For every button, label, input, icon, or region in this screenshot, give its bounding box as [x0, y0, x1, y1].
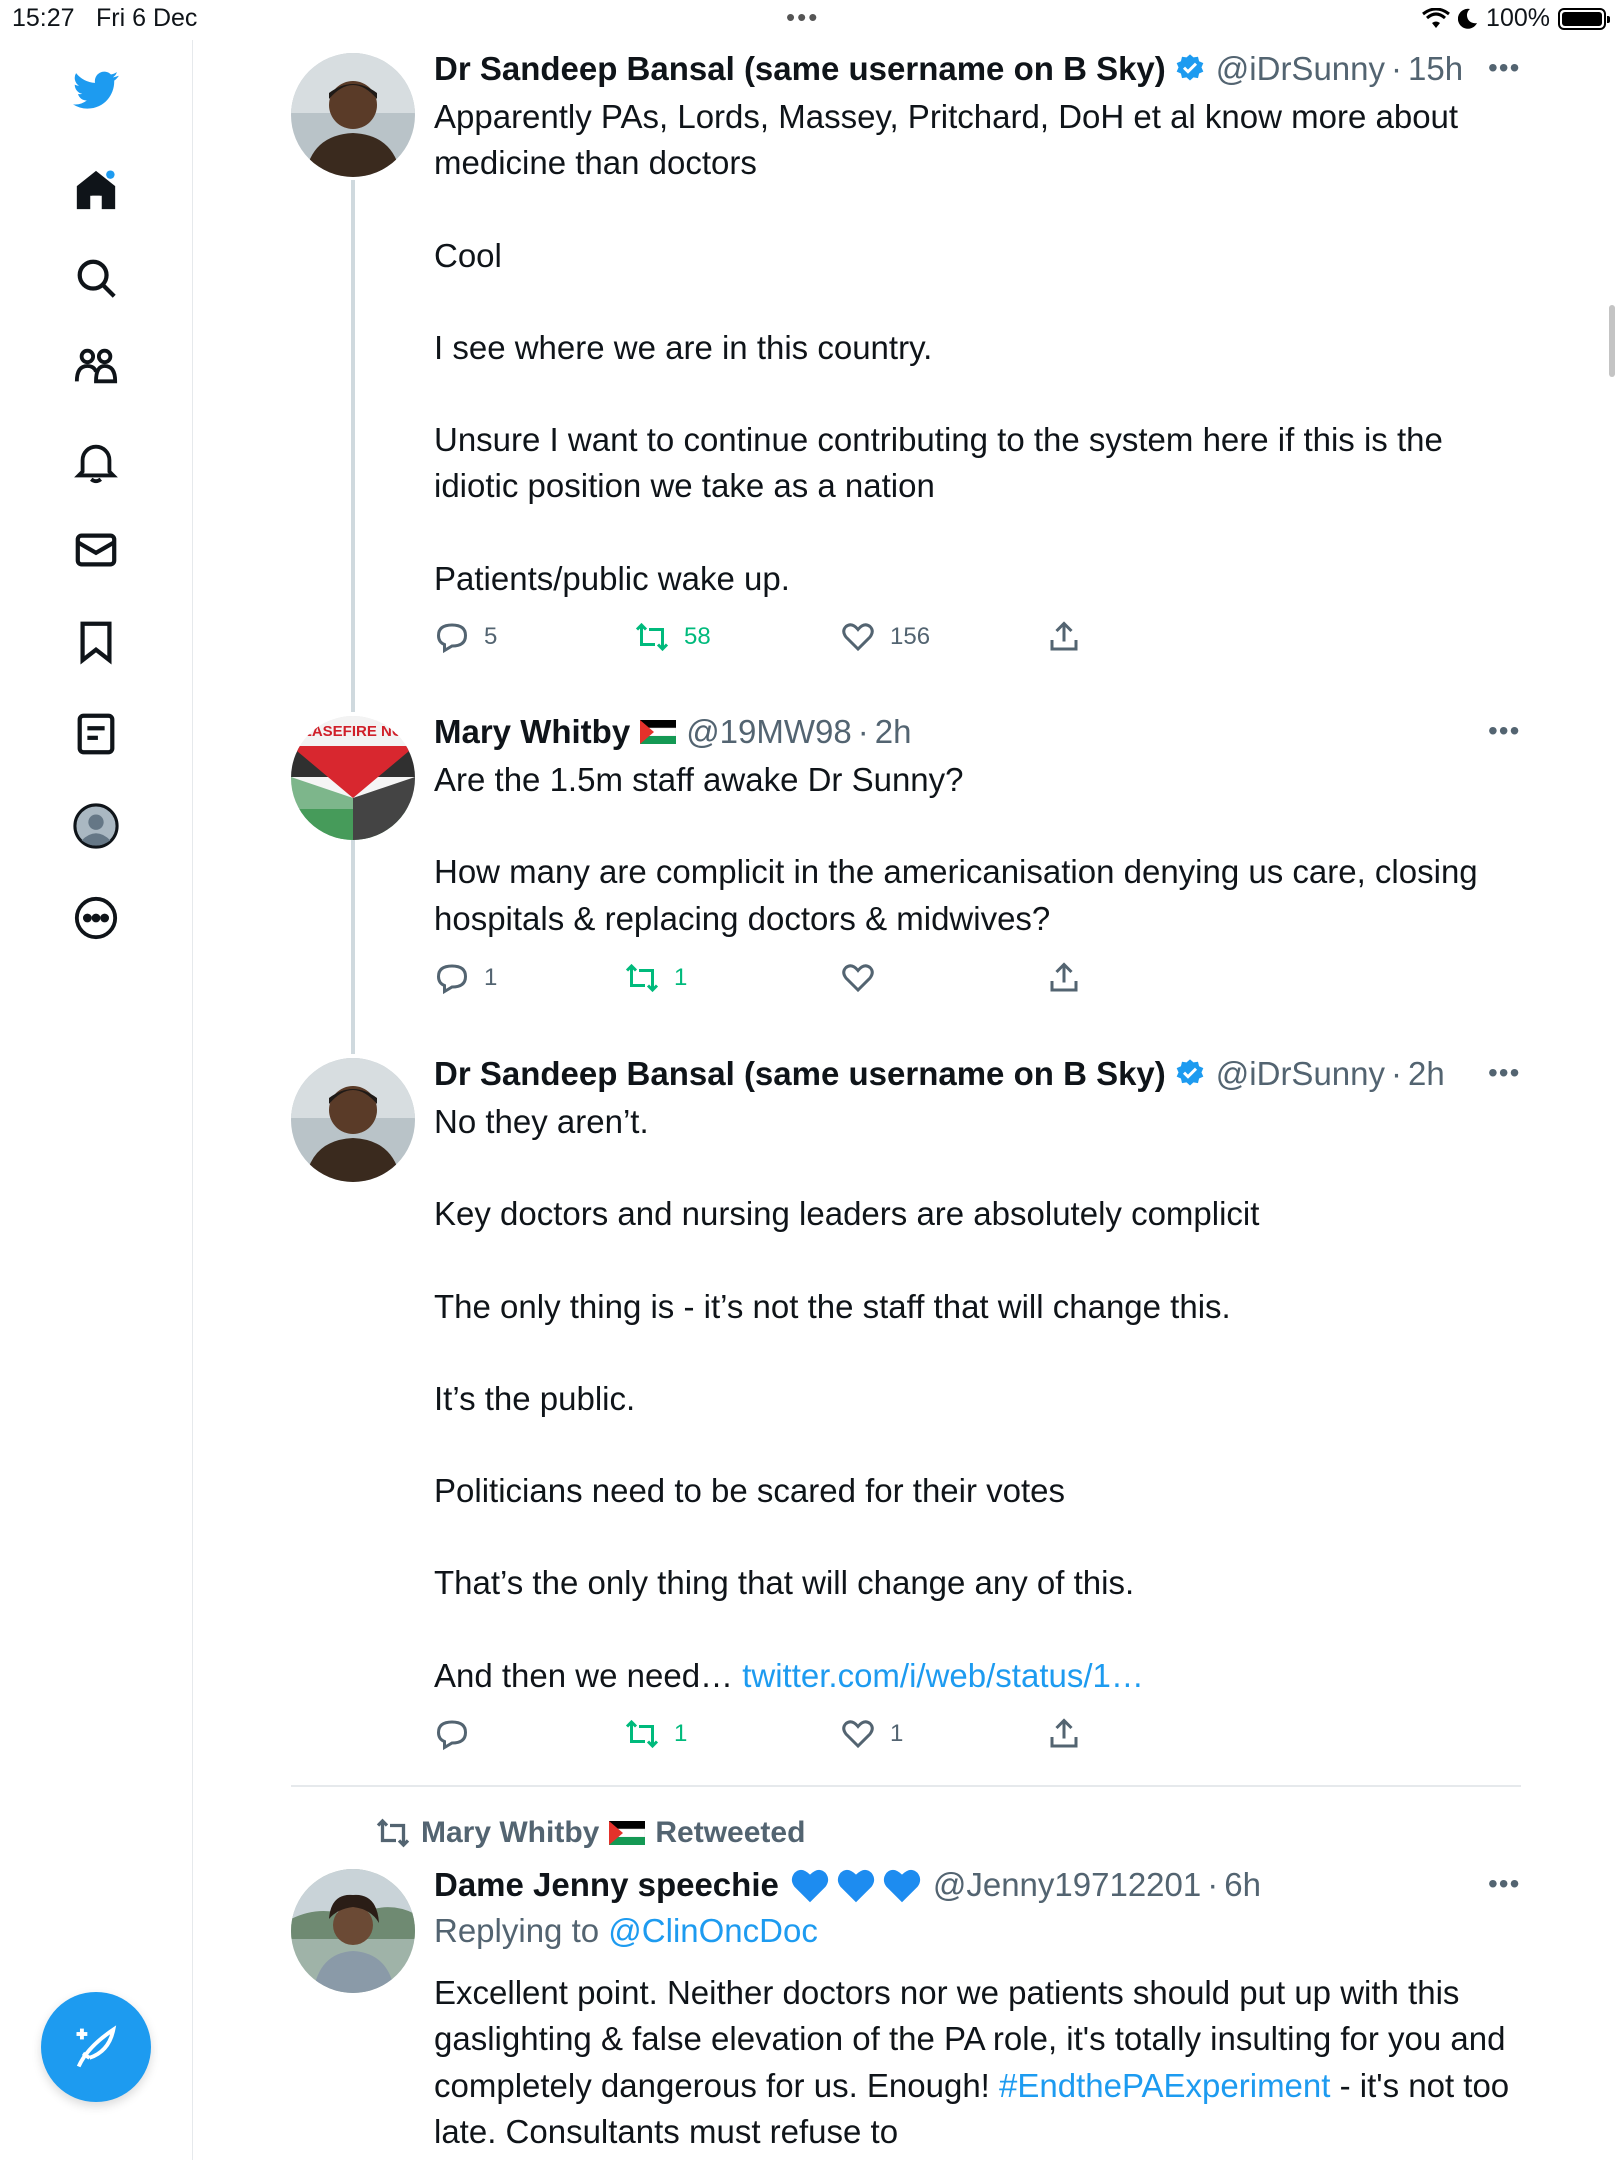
tweet-header: Mary Whitby @19MW98 · 2h [434, 713, 912, 751]
tweet-actions: 1 1 [434, 960, 1134, 1004]
retweet-icon [625, 963, 659, 993]
tweet-text: Are the 1.5m staff awake Dr Sunny? How m… [434, 761, 1478, 937]
author-name[interactable]: Dame Jenny speechie [434, 1866, 779, 1904]
lists-icon[interactable] [64, 702, 128, 766]
more-options-icon[interactable]: ••• [1488, 1057, 1520, 1089]
retweeted-by-label[interactable]: Mary Whitby Retweeted [375, 1815, 805, 1851]
replying-to-handle[interactable]: @ClinOncDoc [608, 1912, 818, 1949]
notifications-bell-icon[interactable] [64, 430, 128, 494]
tweet-divider [291, 1785, 1521, 1787]
status-date: Fri 6 Dec [96, 4, 198, 32]
tweet-header: Dr Sandeep Bansal (same username on B Sk… [434, 1055, 1445, 1093]
tweet-text: No they aren’t. Key doctors and nursing … [434, 1103, 1260, 1694]
heart-icon [842, 1720, 874, 1749]
verified-badge-icon [1176, 1059, 1204, 1086]
share-icon [1050, 621, 1078, 651]
heart-icon [842, 964, 874, 993]
reply-icon [436, 964, 468, 995]
author-handle[interactable]: @iDrSunny [1216, 1055, 1385, 1093]
author-name[interactable]: Dr Sandeep Bansal (same username on B Sk… [434, 1055, 1166, 1093]
share-button[interactable] [1046, 960, 1082, 996]
like-button[interactable]: 156 [840, 619, 930, 655]
reply-button[interactable]: 5 [434, 619, 497, 655]
blue-heart-icon [837, 1869, 874, 1903]
thread-connector-line [351, 180, 355, 712]
tweet-header: Dr Sandeep Bansal (same username on B Sk… [434, 50, 1464, 88]
author-name[interactable]: Dr Sandeep Bansal (same username on B Sk… [434, 50, 1166, 88]
messages-envelope-icon[interactable] [64, 518, 128, 582]
tweet-link[interactable]: twitter.com/i/web/status/1… [742, 1657, 1144, 1694]
retweet-icon [376, 1818, 410, 1848]
replying-to: Replying to @ClinOncDoc [434, 1912, 818, 1949]
sidebar-nav [0, 40, 193, 2160]
compose-feather-icon [76, 2025, 117, 2068]
twitter-bird-icon[interactable] [64, 58, 128, 122]
tweet-actions: 1 1 [434, 1716, 1134, 1760]
thread-connector-line [351, 832, 355, 1054]
reply-icon [436, 1720, 468, 1751]
author-handle[interactable]: @19MW98 [686, 713, 852, 751]
profile-icon[interactable] [64, 794, 128, 858]
retweet-icon [625, 1719, 659, 1749]
share-icon [1050, 1718, 1078, 1748]
verified-badge-icon [1176, 54, 1204, 81]
more-options-icon[interactable]: ••• [1488, 52, 1520, 84]
status-right: 100% [1422, 4, 1610, 33]
heart-icon [842, 623, 874, 652]
tweet-time[interactable]: 6h [1224, 1866, 1261, 1904]
author-name[interactable]: Mary Whitby [434, 713, 630, 751]
status-time: 15:27 [12, 4, 75, 32]
more-circle-icon[interactable] [64, 886, 128, 950]
tweet-text: Apparently PAs, Lords, Massey, Pritchard… [434, 98, 1459, 597]
author-handle[interactable]: @iDrSunny [1216, 50, 1385, 88]
do-not-disturb-moon-icon [1458, 8, 1478, 29]
search-icon[interactable] [64, 246, 128, 310]
compose-tweet-button[interactable] [41, 1992, 151, 2102]
battery-icon [1558, 7, 1610, 30]
retweet-icon [635, 622, 669, 652]
share-button[interactable] [1046, 1716, 1082, 1752]
blue-hearts-emoji [789, 1866, 923, 1904]
retweeter-name[interactable]: Mary Whitby [421, 1816, 599, 1850]
multitasking-dots-icon[interactable]: ••• [786, 2, 819, 33]
hashtag-link[interactable]: #EndthePAExperiment [999, 2067, 1330, 2104]
retweet-button[interactable]: 1 [624, 960, 687, 996]
tweet-time[interactable]: 2h [875, 713, 912, 751]
avatar[interactable]: CEASEFIRE NOW [291, 716, 415, 840]
tweet-text: Excellent point. Neither doctors nor we … [434, 1974, 1510, 2150]
share-icon [1050, 962, 1078, 992]
like-button[interactable]: 1 [840, 1716, 903, 1752]
retweeted-text: Retweeted [655, 1816, 806, 1849]
more-options-icon[interactable]: ••• [1488, 1868, 1520, 1900]
reply-button[interactable]: 1 [434, 960, 497, 996]
communities-icon[interactable] [64, 334, 128, 398]
wifi-icon [1422, 7, 1450, 28]
more-options-icon[interactable]: ••• [1488, 715, 1520, 747]
bookmark-icon[interactable] [64, 610, 128, 674]
scrollbar-thumb[interactable] [1609, 305, 1615, 377]
tweet-time[interactable]: 2h [1408, 1055, 1445, 1093]
avatar-caption: CEASEFIRE NOW [291, 723, 415, 740]
reply-icon [436, 623, 468, 654]
tweet-time[interactable]: 15h [1408, 50, 1463, 88]
reply-button[interactable] [434, 1716, 484, 1752]
avatar[interactable] [291, 1058, 415, 1182]
battery-percent: 100% [1486, 4, 1550, 32]
status-bar: 15:27 Fri 6 Dec ••• 100% [0, 0, 1620, 40]
like-button[interactable] [840, 960, 890, 996]
palestine-flag-icon [609, 1821, 646, 1845]
tweet-actions: 5 58 156 [434, 619, 1134, 663]
home-icon[interactable] [64, 158, 128, 222]
retweet-button[interactable]: 58 [634, 619, 711, 655]
avatar[interactable] [291, 53, 415, 177]
author-handle[interactable]: @Jenny19712201 [933, 1866, 1201, 1904]
share-button[interactable] [1046, 619, 1082, 655]
avatar[interactable] [291, 1869, 415, 1993]
retweet-button[interactable]: 1 [624, 1716, 687, 1752]
palestine-flag-icon [640, 720, 677, 744]
blue-heart-icon [883, 1869, 920, 1903]
tweet-header: Dame Jenny speechie @Jenny19712201 · 6h [434, 1866, 1261, 1904]
blue-heart-icon [791, 1869, 828, 1903]
